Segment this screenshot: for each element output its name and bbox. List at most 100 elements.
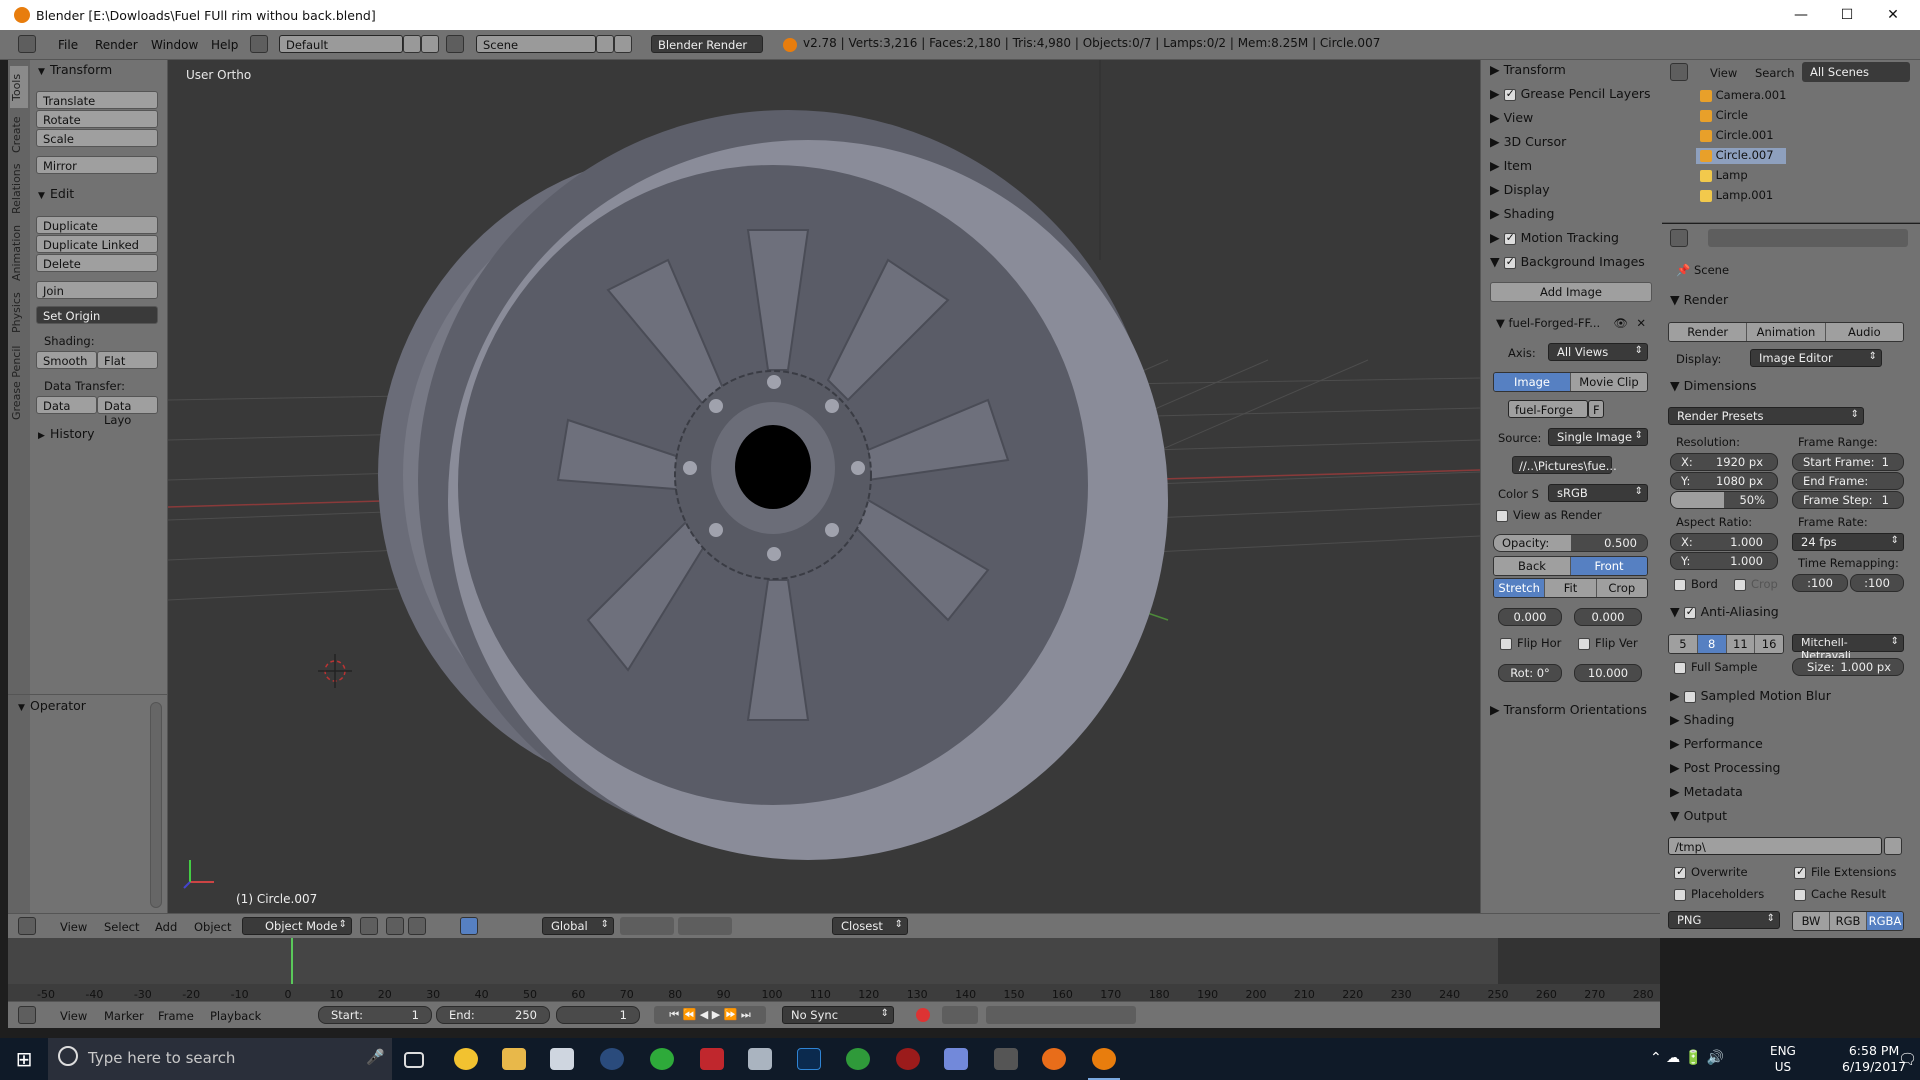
app-icon[interactable]: [994, 1048, 1018, 1070]
editor-type-icon[interactable]: [18, 35, 36, 53]
audio-button[interactable]: Audio: [1825, 323, 1903, 341]
outliner-row-camera-001[interactable]: Camera.001: [1700, 88, 1786, 104]
viewport-menu-add[interactable]: Add: [155, 920, 177, 934]
timeline-menu-marker[interactable]: Marker: [104, 1009, 144, 1023]
end-frame-field[interactable]: End Frame:250: [1792, 472, 1904, 504]
menu-help[interactable]: Help: [211, 38, 238, 52]
npanel-item-header[interactable]: ▶ Item: [1490, 158, 1532, 178]
dimensions-panel-header[interactable]: ▼ Dimensions: [1670, 378, 1757, 398]
chrome-icon[interactable]: [454, 1048, 478, 1070]
remove-scene-icon[interactable]: [614, 35, 632, 53]
current-frame-field[interactable]: 1: [556, 1006, 640, 1024]
menu-file[interactable]: File: [58, 38, 78, 52]
join-button[interactable]: Join: [36, 281, 158, 299]
stretch-tab[interactable]: Stretch: [1494, 579, 1546, 597]
metadata-panel-header[interactable]: ▶ Metadata: [1670, 784, 1743, 804]
scale-button[interactable]: Scale: [36, 129, 158, 147]
aa-samples-16[interactable]: 16: [1755, 635, 1783, 653]
resolution-y-field[interactable]: Y: 1080 px: [1670, 472, 1778, 490]
aspect-x-field[interactable]: X: 1.000: [1670, 533, 1778, 551]
npanel-transform-header[interactable]: ▶ Transform: [1490, 62, 1566, 82]
add-image-button[interactable]: Add Image: [1490, 282, 1652, 302]
tab-tools[interactable]: Tools: [10, 66, 28, 108]
time-remap-new-field[interactable]: :100: [1850, 574, 1904, 592]
color-mode-rgba[interactable]: RGBA: [1867, 912, 1903, 930]
offset-x-field[interactable]: 0.000: [1498, 608, 1562, 626]
windows-start-button[interactable]: ⊞: [0, 1038, 48, 1080]
outliner-menu-view[interactable]: View: [1710, 66, 1737, 80]
layout-select[interactable]: Default: [279, 35, 403, 53]
layers-grid[interactable]: [620, 917, 674, 935]
file-explorer-icon[interactable]: [502, 1048, 526, 1070]
motion-blur-checkbox[interactable]: [1683, 690, 1696, 703]
viewport-menu-object[interactable]: Object: [194, 920, 231, 934]
aa-size-field[interactable]: Size: 1.000 px: [1792, 658, 1904, 676]
outliner-editor-icon[interactable]: [1670, 63, 1688, 81]
cache-result-toggle[interactable]: Cache Result: [1794, 887, 1886, 901]
game-app-icon[interactable]: [748, 1048, 772, 1070]
performance-panel-header[interactable]: ▶ Performance: [1670, 736, 1763, 756]
3d-cursor[interactable]: [318, 654, 352, 688]
flat-button[interactable]: Flat: [97, 351, 158, 369]
layout-icon[interactable]: [250, 35, 268, 53]
source-image-tab[interactable]: Image: [1494, 373, 1571, 391]
flip-vertical-toggle[interactable]: Flip Ver: [1578, 636, 1638, 650]
npanel-view-header[interactable]: ▶ View: [1490, 110, 1533, 130]
source-dropdown[interactable]: Single Image: [1548, 428, 1648, 446]
overwrite-checkbox[interactable]: [1674, 865, 1686, 879]
output-panel-header[interactable]: ▼ Output: [1670, 808, 1727, 828]
border-toggle[interactable]: Bord: [1674, 577, 1718, 591]
task-view-icon[interactable]: [404, 1052, 424, 1068]
viewport-menu-select[interactable]: Select: [104, 920, 139, 934]
blender-taskbar-icon[interactable]: [1092, 1048, 1116, 1070]
background-images-checkbox[interactable]: [1503, 255, 1516, 269]
language-indicator[interactable]: ENG US: [1770, 1043, 1796, 1075]
operator-panel-header[interactable]: ▼ Operator: [10, 698, 146, 718]
animation-button[interactable]: Animation: [1747, 323, 1826, 341]
opacity-slider[interactable]: Opacity: 0.500: [1493, 534, 1648, 552]
render-panel-header[interactable]: ▼ Render: [1670, 292, 1728, 312]
full-sample-checkbox[interactable]: [1674, 661, 1686, 674]
source-movie-clip-tab[interactable]: Movie Clip: [1571, 373, 1647, 391]
snap-element-dropdown[interactable]: Closest: [832, 917, 908, 935]
file-extensions-toggle[interactable]: File Extensions: [1794, 865, 1896, 879]
outliner-row-circle-001[interactable]: Circle.001: [1700, 128, 1774, 144]
transform-orientation-dropdown[interactable]: Global: [542, 917, 614, 935]
aa-samples-8[interactable]: 8: [1697, 635, 1727, 653]
layers-grid-2[interactable]: [678, 917, 732, 935]
start-frame-field[interactable]: Start Frame: 1: [1792, 453, 1904, 471]
menu-window[interactable]: Window: [151, 38, 198, 52]
viewport-editor-icon[interactable]: [18, 917, 36, 935]
viewport-shading-icon[interactable]: [360, 917, 378, 935]
start-field[interactable]: Start: 1: [318, 1006, 432, 1024]
keying-set-button[interactable]: [942, 1006, 978, 1024]
bg-image-header[interactable]: ▼ fuel-Forged-FF... 👁 ✕: [1496, 316, 1650, 336]
remove-layout-icon[interactable]: [421, 35, 439, 53]
maximize-button[interactable]: ☐: [1824, 2, 1870, 28]
rotate-button[interactable]: Rotate: [36, 110, 158, 128]
mcafee-icon[interactable]: [700, 1048, 724, 1070]
scene-select[interactable]: Scene: [476, 35, 596, 53]
translate-button[interactable]: Translate: [36, 91, 158, 109]
render-button[interactable]: Render: [1669, 323, 1748, 341]
anti-aliasing-panel-header[interactable]: ▼ Anti-Aliasing: [1670, 604, 1779, 624]
timeline-menu-view[interactable]: View: [60, 1009, 87, 1023]
resolution-x-field[interactable]: X: 1920 px: [1670, 453, 1778, 471]
display-dropdown[interactable]: Image Editor: [1750, 349, 1882, 367]
data-transfer-button[interactable]: Data: [36, 396, 97, 414]
placeholders-toggle[interactable]: Placeholders: [1674, 887, 1764, 901]
npanel-display-header[interactable]: ▶ Display: [1490, 182, 1550, 202]
crop-toggle[interactable]: Crop: [1734, 577, 1778, 591]
npanel-grease-pencil-header[interactable]: ▶ Grease Pencil Layers: [1490, 86, 1651, 106]
npanel-shading-header[interactable]: ▶ Shading: [1490, 206, 1554, 226]
front-tab[interactable]: Front: [1571, 557, 1647, 575]
render-presets-dropdown[interactable]: Render Presets: [1668, 407, 1864, 425]
transform-orientations-header[interactable]: ▶ Transform Orientations: [1490, 702, 1647, 722]
red-app-icon[interactable]: [896, 1048, 920, 1070]
outliner-menu-search[interactable]: Search: [1755, 66, 1795, 80]
origin-icon[interactable]: [1042, 1048, 1066, 1070]
manipulator-icon[interactable]: [408, 917, 426, 935]
file-extensions-checkbox[interactable]: [1794, 865, 1806, 879]
crop-tab[interactable]: Crop: [1596, 579, 1647, 597]
time-remap-old-field[interactable]: :100: [1792, 574, 1848, 592]
